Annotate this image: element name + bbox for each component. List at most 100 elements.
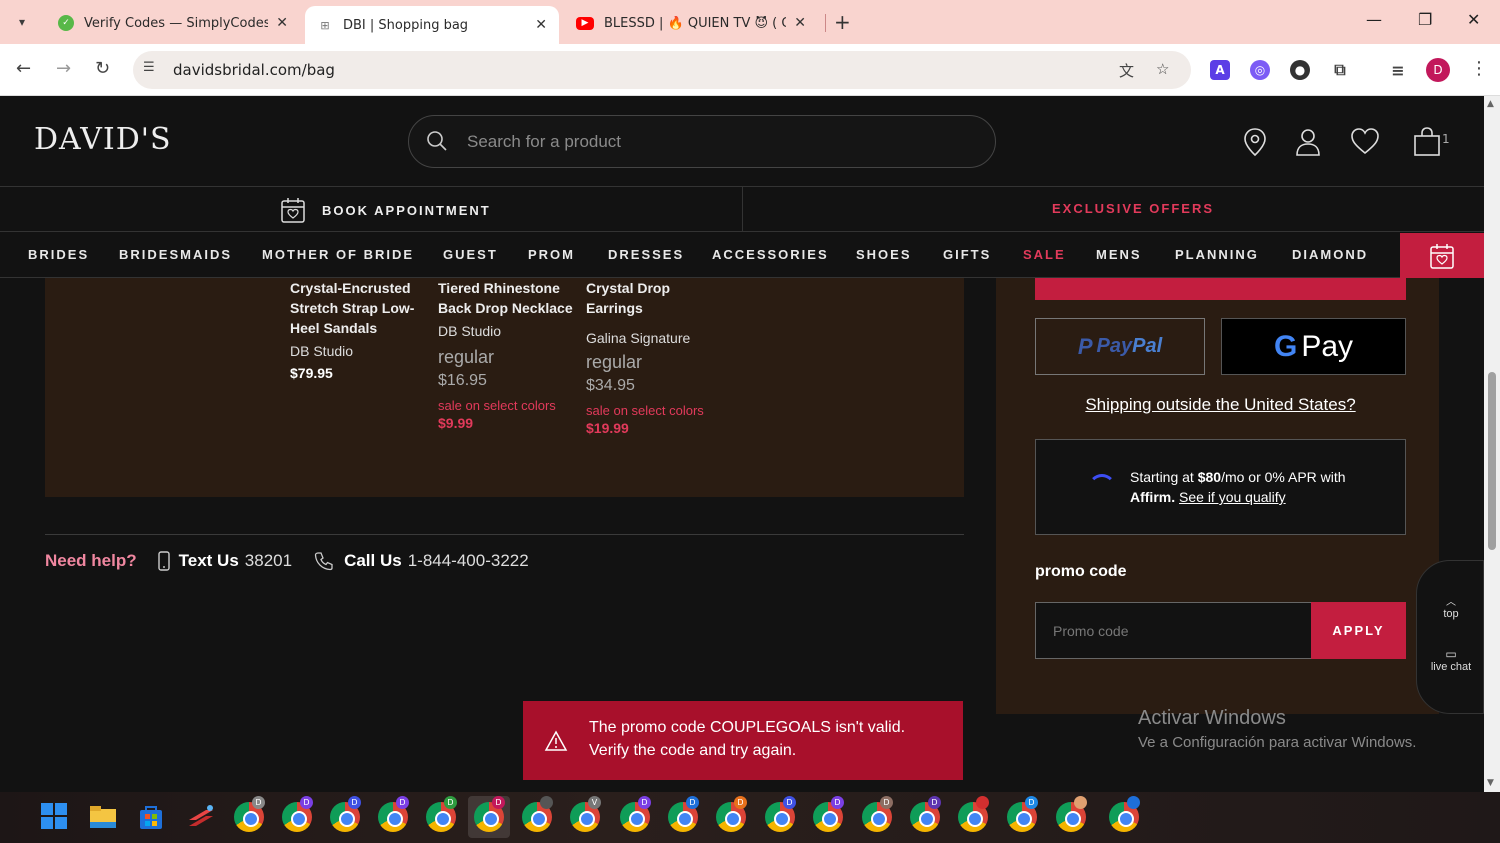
nav-item-bridesmaids[interactable]: BRIDESMAIDS: [119, 247, 232, 262]
call-us-label[interactable]: Call Us: [344, 551, 402, 571]
extension-swirl-icon[interactable]: ◎: [1250, 60, 1270, 80]
sale-label: sale on select colors: [586, 403, 704, 418]
nav-item-planning[interactable]: PLANNING: [1175, 247, 1259, 262]
site-info-icon[interactable]: ☰: [143, 60, 161, 78]
nav-item-sale[interactable]: SALE: [1023, 247, 1066, 262]
tab-close-icon[interactable]: ✕: [535, 17, 547, 33]
tab-close-icon[interactable]: ✕: [276, 15, 288, 31]
chrome-profile-icon[interactable]: [1056, 796, 1087, 832]
nav-item-prom[interactable]: PROM: [528, 247, 575, 262]
nav-item-shoes[interactable]: SHOES: [856, 247, 912, 262]
chrome-profile-icon[interactable]: [1109, 796, 1140, 832]
live-chat-button[interactable]: ▭ live chat: [1417, 647, 1485, 673]
chrome-profile-icon[interactable]: D: [620, 796, 651, 832]
promo-code-input[interactable]: [1035, 602, 1312, 659]
scroll-up-arrow-icon[interactable]: ▲: [1487, 99, 1494, 109]
chrome-profile-icon[interactable]: [522, 796, 553, 832]
chrome-profile-icon[interactable]: D: [378, 796, 409, 832]
checkout-button[interactable]: [1035, 278, 1406, 300]
chrome-profile-icon[interactable]: D: [862, 796, 893, 832]
chrome-profile-icon[interactable]: D: [910, 796, 941, 832]
profile-avatar[interactable]: D: [1426, 58, 1450, 82]
browser-menu-icon[interactable]: ⋮: [1470, 58, 1488, 79]
tab-close-icon[interactable]: ✕: [794, 15, 806, 31]
chrome-profile-icon[interactable]: D: [716, 796, 747, 832]
translate-icon[interactable]: 文: [1119, 60, 1134, 81]
promo-code-title: promo code: [1035, 563, 1127, 580]
google-pay-button[interactable]: G Pay: [1221, 318, 1406, 375]
media-queue-icon[interactable]: ≡: [1388, 60, 1408, 80]
extensions-puzzle-icon[interactable]: ⧉: [1330, 60, 1350, 80]
product-card[interactable]: Tiered Rhinestone Back Drop Necklace DB …: [438, 278, 578, 431]
bookmark-star-icon[interactable]: ☆: [1156, 60, 1169, 78]
wishlist-heart-icon[interactable]: [1350, 126, 1380, 158]
nav-item-brides[interactable]: BRIDES: [28, 247, 89, 262]
page-scrollbar[interactable]: ▲ ▼: [1484, 96, 1500, 792]
address-bar[interactable]: ☰ davidsbridal.com/bag 文 ☆: [133, 51, 1191, 89]
product-name[interactable]: Crystal-Encrusted Stretch Strap Low-Heel…: [290, 278, 430, 338]
apply-promo-button[interactable]: APPLY: [1311, 602, 1406, 659]
tab-youtube[interactable]: ▶ BLESSD | 🔥 QUIEN TV 😈 ( OFF ✕: [564, 6, 818, 40]
chrome-profile-icon[interactable]: D: [813, 796, 844, 832]
chrome-profile-icon[interactable]: D: [474, 796, 505, 832]
affirm-qualify-link[interactable]: See if you qualify: [1179, 489, 1286, 505]
shopping-bag-icon[interactable]: [1412, 126, 1442, 158]
book-appointment-link[interactable]: BOOK APPOINTMENT: [280, 196, 491, 224]
minimize-icon[interactable]: —: [1366, 10, 1382, 29]
nav-item-mother-of-bride[interactable]: MOTHER OF BRIDE: [262, 247, 414, 262]
extension-a-icon[interactable]: A: [1210, 60, 1230, 80]
microsoft-store-icon[interactable]: [136, 802, 166, 832]
product-name[interactable]: Crystal Drop Earrings: [586, 278, 726, 318]
chrome-profile-icon[interactable]: D: [330, 796, 361, 832]
new-tab-button[interactable]: +: [834, 10, 851, 34]
paypal-button[interactable]: P Pay Pal: [1035, 318, 1205, 375]
chrome-profile-icon[interactable]: D: [1007, 796, 1038, 832]
scroll-down-arrow-icon[interactable]: ▼: [1487, 778, 1494, 788]
start-windows-icon[interactable]: [40, 802, 70, 832]
search-bar[interactable]: [408, 115, 996, 168]
tab-search-button[interactable]: ▾: [8, 8, 36, 36]
nav-item-guest[interactable]: GUEST: [443, 247, 498, 262]
recommended-products: Crystal-Encrusted Stretch Strap Low-Heel…: [45, 278, 964, 497]
chrome-profile-icon[interactable]: D: [234, 796, 265, 832]
search-input[interactable]: [467, 128, 967, 156]
text-us-number[interactable]: 38201: [245, 551, 292, 571]
product-name[interactable]: Tiered Rhinestone Back Drop Necklace: [438, 278, 578, 318]
nav-item-accessories[interactable]: ACCESSORIES: [712, 247, 829, 262]
close-window-icon[interactable]: ✕: [1467, 10, 1480, 29]
text-us-label[interactable]: Text Us: [179, 551, 239, 571]
nav-appointment-button[interactable]: [1400, 233, 1484, 278]
product-card[interactable]: Crystal-Encrusted Stretch Strap Low-Heel…: [290, 278, 430, 381]
chrome-profile-icon[interactable]: V: [570, 796, 601, 832]
forward-arrow-icon[interactable]: →: [56, 58, 71, 79]
tab-davidsbridal[interactable]: ⊞ DBI | Shopping bag ✕: [305, 6, 559, 44]
nav-item-diamond[interactable]: DIAMOND: [1292, 247, 1368, 262]
back-to-top-button[interactable]: ︿ top: [1417, 593, 1485, 620]
shipping-outside-us-link[interactable]: Shipping outside the United States?: [1035, 395, 1406, 415]
url-text[interactable]: davidsbridal.com/bag: [173, 61, 335, 79]
nav-item-dresses[interactable]: DRESSES: [608, 247, 684, 262]
extension-spy-icon[interactable]: ●: [1290, 60, 1310, 80]
chrome-profile-icon[interactable]: D: [282, 796, 313, 832]
file-explorer-icon[interactable]: [88, 802, 118, 832]
store-locator-pin-icon[interactable]: [1240, 126, 1270, 158]
profile-badge: [976, 796, 989, 809]
exclusive-offers-link[interactable]: EXCLUSIVE OFFERS: [1052, 201, 1214, 216]
tab-simplycodes[interactable]: ✓ Verify Codes — SimplyCodes ✕: [46, 6, 300, 40]
reload-icon[interactable]: ↻: [95, 58, 110, 79]
scrollbar-thumb[interactable]: [1488, 372, 1496, 550]
restore-icon[interactable]: ❐: [1418, 10, 1432, 29]
chrome-profile-icon[interactable]: D: [765, 796, 796, 832]
davids-logo[interactable]: DAVID'S: [34, 122, 172, 157]
product-card[interactable]: Crystal Drop Earrings Galina Signature r…: [586, 278, 726, 436]
account-user-icon[interactable]: [1293, 126, 1323, 158]
nav-item-mens[interactable]: MENS: [1096, 247, 1142, 262]
chrome-profile-icon[interactable]: [958, 796, 989, 832]
nav-item-gifts[interactable]: GIFTS: [943, 247, 991, 262]
back-arrow-icon[interactable]: ←: [16, 58, 31, 79]
chrome-profile-icon[interactable]: D: [426, 796, 457, 832]
call-us-number[interactable]: 1-844-400-3222: [408, 551, 529, 571]
chrome-profile-icon[interactable]: D: [668, 796, 699, 832]
promo-error-toast: The promo code COUPLEGOALS isn't valid. …: [523, 701, 963, 780]
app-red-icon[interactable]: [186, 802, 216, 832]
